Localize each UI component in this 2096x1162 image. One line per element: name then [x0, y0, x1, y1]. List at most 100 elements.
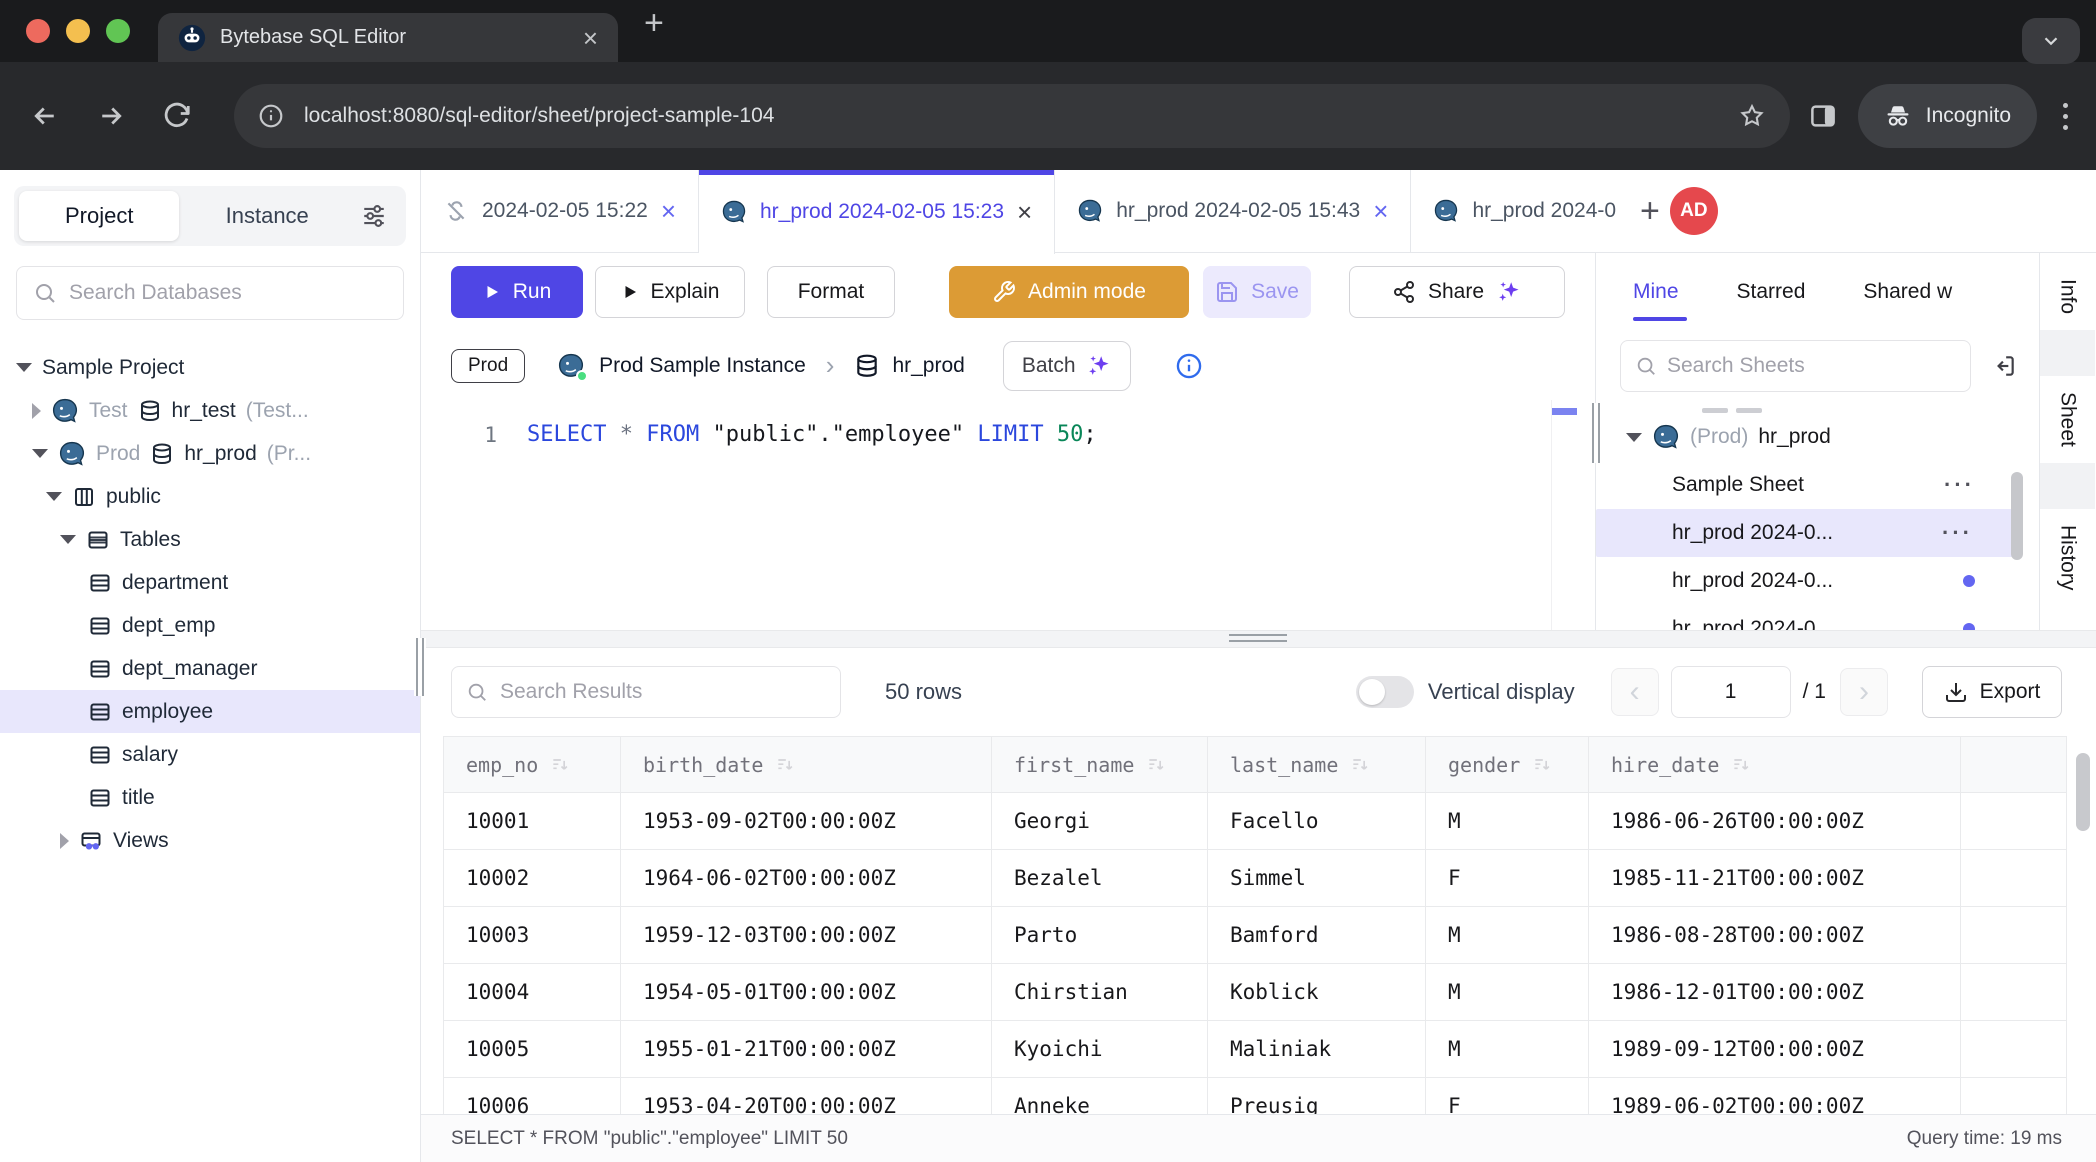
- url-text[interactable]: localhost:8080/sql-editor/sheet/project-…: [304, 104, 1718, 128]
- instance-name[interactable]: Prod Sample Instance: [599, 354, 806, 378]
- tree-node-hr-prod[interactable]: Prod hr_prod (Pr...: [0, 432, 420, 475]
- minimize-window-button[interactable]: [66, 19, 90, 43]
- cell[interactable]: 1986-08-28T00:00:00Z: [1589, 907, 1961, 964]
- splitter-grip-icon[interactable]: [1229, 634, 1287, 642]
- close-tab-icon[interactable]: ×: [661, 198, 676, 224]
- cell[interactable]: 1985-11-21T00:00:00Z: [1589, 850, 1961, 907]
- info-circle-icon[interactable]: [1175, 352, 1203, 380]
- run-button[interactable]: Run: [451, 266, 583, 318]
- tree-node-table-department[interactable]: department: [0, 561, 420, 604]
- sheet-item-unsaved-1[interactable]: hr_prod 2024-0...: [1596, 557, 2039, 605]
- sql-editor[interactable]: 1 SELECT * FROM "public"."employee" LIMI…: [421, 400, 1595, 630]
- sidebar-resize-handle[interactable]: [414, 638, 426, 696]
- tree-node-views-group[interactable]: Views: [0, 819, 420, 862]
- cell[interactable]: 1959-12-03T00:00:00Z: [621, 907, 992, 964]
- column-header-hire-date[interactable]: hire_date: [1589, 737, 1961, 793]
- tree-node-schema-public[interactable]: public: [0, 475, 420, 518]
- cell[interactable]: 1953-04-20T00:00:00Z: [621, 1078, 992, 1115]
- tab-instance[interactable]: Instance: [179, 203, 355, 229]
- column-header-birth-date[interactable]: birth_date: [621, 737, 992, 793]
- cell[interactable]: 10005: [444, 1021, 621, 1078]
- caret-down-icon[interactable]: [32, 449, 48, 458]
- sheet-group-prod-hr-prod[interactable]: (Prod) hr_prod: [1596, 413, 2039, 461]
- tab-mine[interactable]: Mine: [1633, 253, 1679, 331]
- tree-node-table-salary[interactable]: salary: [0, 733, 420, 776]
- caret-right-icon[interactable]: [60, 833, 69, 849]
- back-button[interactable]: [30, 101, 60, 131]
- cell[interactable]: 10001: [444, 793, 621, 850]
- cell[interactable]: 10006: [444, 1078, 621, 1115]
- new-browser-tab-button[interactable]: +: [644, 6, 664, 40]
- bookmark-star-icon[interactable]: [1738, 102, 1766, 130]
- sheet-item-unsaved-2[interactable]: hr_prod 2024-0...: [1596, 605, 2039, 630]
- caret-down-icon[interactable]: [1626, 433, 1642, 442]
- cell[interactable]: Facello: [1208, 793, 1426, 850]
- more-menu-icon[interactable]: ···: [1944, 472, 1975, 498]
- database-search[interactable]: [16, 266, 404, 320]
- cell[interactable]: 1989-09-12T00:00:00Z: [1589, 1021, 1961, 1078]
- column-header-emp-no[interactable]: emp_no: [444, 737, 621, 793]
- export-button[interactable]: Export: [1922, 666, 2062, 718]
- cell[interactable]: Anneke: [992, 1078, 1208, 1115]
- dock-tab-history[interactable]: History: [2056, 509, 2080, 606]
- more-menu-icon[interactable]: ···: [1942, 520, 1973, 546]
- table-row[interactable]: 100021964-06-02T00:00:00ZBezalelSimmelF1…: [444, 850, 2067, 907]
- caret-down-icon[interactable]: [46, 492, 62, 501]
- sort-icon[interactable]: [1146, 755, 1166, 775]
- cell[interactable]: F: [1426, 850, 1589, 907]
- tree-node-hr-test[interactable]: Test hr_test (Test...: [0, 389, 420, 432]
- sort-icon[interactable]: [1731, 755, 1751, 775]
- column-header-first-name[interactable]: first_name: [992, 737, 1208, 793]
- tab-search-button[interactable]: [2022, 18, 2080, 64]
- dock-tab-info[interactable]: Info: [2056, 263, 2080, 330]
- cell[interactable]: 1954-05-01T00:00:00Z: [621, 964, 992, 1021]
- close-window-button[interactable]: [26, 19, 50, 43]
- sort-icon[interactable]: [1350, 755, 1370, 775]
- tree-node-tables-group[interactable]: Tables: [0, 518, 420, 561]
- batch-button[interactable]: Batch: [1003, 341, 1131, 391]
- tree-node-table-employee[interactable]: employee: [0, 690, 420, 733]
- cell[interactable]: Bamford: [1208, 907, 1426, 964]
- cell[interactable]: M: [1426, 1021, 1589, 1078]
- filter-sliders-icon[interactable]: [361, 203, 387, 229]
- close-tab-icon[interactable]: ×: [1373, 198, 1388, 224]
- tree-node-table-title[interactable]: title: [0, 776, 420, 819]
- tab-shared[interactable]: Shared w: [1863, 253, 1952, 331]
- forward-button[interactable]: [96, 101, 126, 131]
- editor-minimap[interactable]: [1551, 400, 1577, 630]
- dock-tab-sheet[interactable]: Sheet: [2056, 376, 2080, 463]
- cell[interactable]: 10002: [444, 850, 621, 907]
- caret-right-icon[interactable]: [32, 403, 41, 419]
- cell[interactable]: Maliniak: [1208, 1021, 1426, 1078]
- cell[interactable]: M: [1426, 907, 1589, 964]
- cell[interactable]: Preusig: [1208, 1078, 1426, 1115]
- next-page-button[interactable]: ›: [1840, 668, 1888, 716]
- worksheet-tab-1[interactable]: 2024-02-05 15:22 ×: [421, 170, 699, 252]
- share-button[interactable]: Share: [1349, 266, 1565, 318]
- cell[interactable]: 1953-09-02T00:00:00Z: [621, 793, 992, 850]
- cell[interactable]: 10004: [444, 964, 621, 1021]
- cell[interactable]: Parto: [992, 907, 1208, 964]
- page-number-input[interactable]: [1671, 666, 1791, 718]
- worksheet-tab-3[interactable]: hr_prod 2024-02-05 15:43 ×: [1055, 170, 1411, 252]
- results-splitter[interactable]: [421, 630, 2096, 648]
- cell[interactable]: 1989-06-02T00:00:00Z: [1589, 1078, 1961, 1115]
- cell[interactable]: Simmel: [1208, 850, 1426, 907]
- browser-tab-close-icon[interactable]: ×: [583, 25, 598, 51]
- sort-icon[interactable]: [1532, 755, 1552, 775]
- sort-icon[interactable]: [775, 755, 795, 775]
- tree-node-table-dept-manager[interactable]: dept_manager: [0, 647, 420, 690]
- worksheet-tab-2-active[interactable]: hr_prod 2024-02-05 15:23 ×: [699, 170, 1055, 254]
- save-button[interactable]: Save: [1203, 266, 1311, 318]
- column-header-gender[interactable]: gender: [1426, 737, 1589, 793]
- cell[interactable]: 1986-12-01T00:00:00Z: [1589, 964, 1961, 1021]
- cell[interactable]: M: [1426, 793, 1589, 850]
- import-sheet-icon[interactable]: [1991, 353, 2017, 379]
- cell[interactable]: Georgi: [992, 793, 1208, 850]
- explain-button[interactable]: Explain: [595, 266, 745, 318]
- cell[interactable]: Bezalel: [992, 850, 1208, 907]
- column-header-last-name[interactable]: last_name: [1208, 737, 1426, 793]
- cell[interactable]: Chirstian: [992, 964, 1208, 1021]
- sheet-search-input[interactable]: [1667, 354, 1956, 378]
- cell[interactable]: Koblick: [1208, 964, 1426, 1021]
